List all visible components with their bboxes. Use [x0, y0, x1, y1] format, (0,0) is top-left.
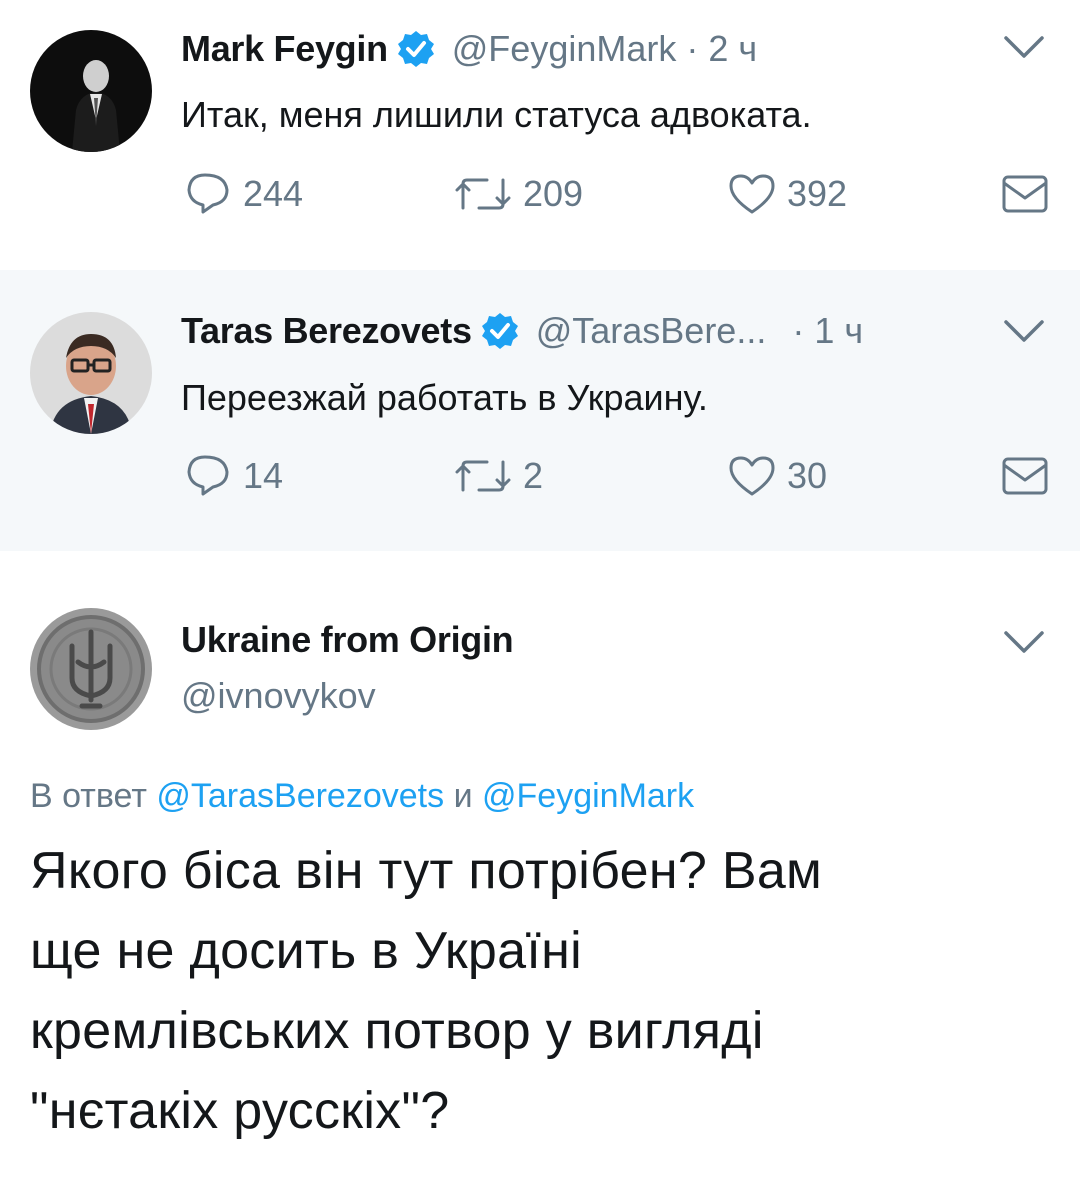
timestamp[interactable]: 1 ч	[814, 310, 863, 352]
direct-message-button[interactable]	[1001, 454, 1049, 498]
user-handle[interactable]: @ivnovykov	[181, 675, 376, 717]
tweet-ukraine-from-origin: Ukraine from Origin @ivnovykov В ответ @…	[0, 551, 1080, 1187]
reply-button[interactable]: 244	[185, 172, 303, 216]
direct-message-button[interactable]	[1001, 172, 1049, 216]
retweet-icon	[453, 454, 513, 498]
avatar[interactable]	[30, 30, 152, 152]
like-count: 30	[787, 455, 828, 496]
retweet-button[interactable]: 209	[453, 172, 583, 216]
chevron-down-icon[interactable]	[1002, 32, 1046, 62]
tweet-taras-berezovets[interactable]: Taras Berezovets @TarasBere... · 1 ч Пер…	[0, 270, 1080, 551]
verified-badge-icon	[480, 311, 520, 351]
reply-prefix: В ответ	[30, 777, 147, 815]
retweet-count: 2	[523, 455, 544, 496]
avatar[interactable]	[30, 608, 152, 730]
tweet-text: Итак, меня лишили статуса адвоката.	[181, 94, 812, 135]
reply-button[interactable]: 14	[185, 454, 283, 498]
user-handle[interactable]: @TarasBere...	[536, 310, 767, 352]
reply-conjunction: и	[453, 777, 473, 815]
reply-count: 244	[243, 173, 304, 214]
chevron-down-icon[interactable]	[1002, 316, 1046, 346]
retweet-icon	[453, 172, 513, 216]
display-name[interactable]: Mark Feygin	[181, 28, 388, 70]
reply-mention-link[interactable]: @TarasBerezovets	[156, 777, 444, 815]
display-name[interactable]: Taras Berezovets	[181, 310, 472, 352]
reply-icon	[185, 172, 233, 216]
tweet-text-line: "нєтакіх русскіх"?	[30, 1082, 450, 1140]
tweet-text: Якого біса він тут потрібен? Вам ще не д…	[30, 831, 1030, 1151]
timestamp[interactable]: 2 ч	[708, 28, 757, 70]
chevron-down-icon[interactable]	[1002, 627, 1046, 657]
avatar[interactable]	[30, 312, 152, 434]
like-button[interactable]: 392	[727, 172, 847, 216]
user-handle[interactable]: @FeyginMark	[452, 28, 677, 70]
tweet-text-line: Якого біса він тут потрібен? Вам	[30, 842, 823, 900]
retweet-count: 209	[523, 173, 584, 214]
separator-dot: ·	[686, 28, 699, 69]
direct-message-icon	[1001, 454, 1049, 498]
direct-message-icon	[1001, 172, 1049, 216]
tweet-actions: 244 209 392	[185, 172, 1055, 218]
separator-dot: ·	[792, 310, 805, 351]
tweet-actions: 14 2 30	[185, 454, 1055, 500]
tweet-mark-feygin[interactable]: Mark Feygin @FeyginMark · 2 ч Итак, меня…	[0, 0, 1080, 270]
like-icon	[727, 454, 777, 498]
tweet-text: Переезжай работать в Украину.	[181, 377, 708, 418]
reply-icon	[185, 454, 233, 498]
tweet-text-line: кремлівських потвор у вигляді	[30, 1002, 764, 1060]
reply-context: В ответ @TarasBerezovets и @FeyginMark	[30, 777, 694, 816]
like-button[interactable]: 30	[727, 454, 827, 498]
like-icon	[727, 172, 777, 216]
retweet-button[interactable]: 2	[453, 454, 543, 498]
display-name[interactable]: Ukraine from Origin	[181, 619, 514, 661]
reply-count: 14	[243, 455, 284, 496]
reply-mention-link[interactable]: @FeyginMark	[482, 777, 694, 815]
like-count: 392	[787, 173, 848, 214]
verified-badge-icon	[396, 29, 436, 69]
tweet-text-line: ще не досить в Україні	[30, 922, 582, 980]
